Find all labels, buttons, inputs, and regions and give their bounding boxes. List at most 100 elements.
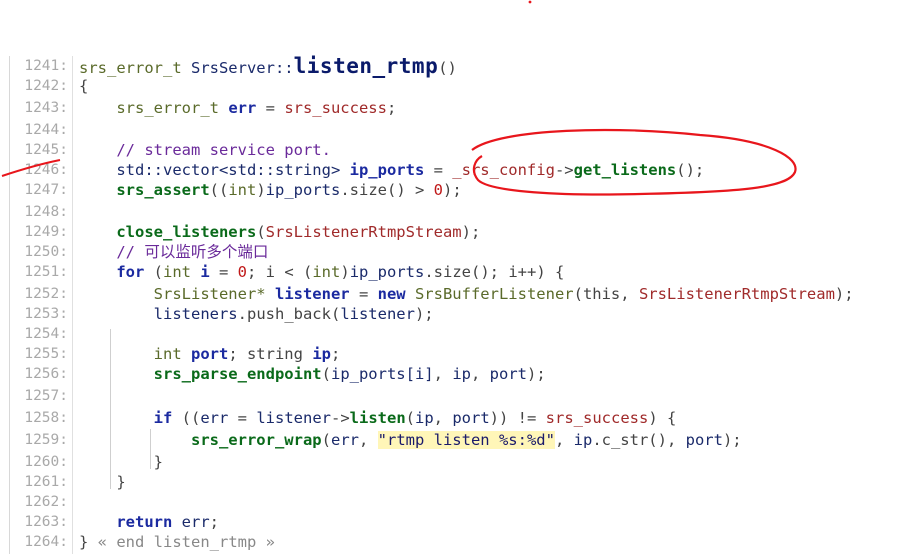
code-text[interactable]: close_listeners(SrsListenerRtmpStream);: [79, 222, 480, 242]
code-line[interactable]: 1246: std::vector<std::string> ip_ports …: [0, 160, 919, 180]
code-text[interactable]: for (int i = 0; i < (int)ip_ports.size()…: [79, 262, 564, 282]
line-number: 1245:: [24, 142, 68, 158]
code-token: =: [256, 99, 285, 117]
code-line[interactable]: 1257:: [0, 386, 919, 406]
code-token: );: [414, 305, 434, 323]
code-token: srs_assert: [116, 181, 210, 199]
code-token: SrsListenerRtmpStream: [265, 223, 462, 241]
code-text[interactable]: srs_error_t err = srs_success;: [79, 98, 396, 118]
code-line[interactable]: 1262:: [0, 492, 919, 512]
code-token: =: [209, 263, 238, 281]
code-line[interactable]: 1243: srs_error_t err = srs_success;: [0, 98, 919, 118]
code-token: .size() >: [340, 181, 434, 199]
code-text[interactable]: int port; string ip;: [79, 344, 341, 364]
code-token: ,: [433, 365, 453, 383]
code-line[interactable]: 1256: srs_parse_endpoint(ip_ports[i], ip…: [0, 364, 919, 384]
code-text[interactable]: srs_parse_endpoint(ip_ports[i], ip, port…: [79, 364, 546, 384]
code-text[interactable]: listeners.push_back(listener);: [79, 304, 434, 324]
code-token: listeners: [153, 305, 238, 323]
code-token: );: [461, 223, 481, 241]
code-token: listen: [349, 409, 406, 427]
code-token: listener: [256, 409, 331, 427]
line-number: 1246:: [24, 162, 68, 178]
code-line[interactable]: 1251: for (int i = 0; i < (int)ip_ports.…: [0, 262, 919, 282]
line-number: 1254:: [24, 326, 68, 342]
code-token: ;: [209, 513, 219, 531]
code-token: (: [405, 409, 415, 427]
code-token: ();: [676, 161, 705, 179]
code-line[interactable]: 1258: if ((err = listener->listen(ip, po…: [0, 408, 919, 428]
code-text[interactable]: srs_assert((int)ip_ports.size() > 0);: [79, 180, 461, 200]
code-line[interactable]: 1263: return err;: [0, 512, 919, 532]
code-token: SrsListener*: [153, 285, 275, 303]
code-line[interactable]: 1260: }: [0, 452, 919, 472]
code-line[interactable]: 1261: }: [0, 472, 919, 492]
code-token: ): [256, 181, 266, 199]
code-token: ,: [470, 365, 490, 383]
fold-guide: [110, 329, 111, 489]
code-text[interactable]: if ((err = listener->listen(ip, port)) !…: [79, 408, 677, 428]
code-text[interactable]: } « end listen_rtmp »: [79, 532, 275, 552]
code-text[interactable]: srs_error_t SrsServer::listen_rtmp(): [79, 56, 457, 78]
code-line[interactable]: 1252: SrsListener* listener = new SrsBuf…: [0, 284, 919, 304]
line-number: 1248:: [24, 204, 68, 220]
line-number: 1247:: [24, 182, 68, 198]
code-token: ip_ports: [349, 161, 425, 179]
code-token: new: [377, 285, 415, 303]
code-line[interactable]: 1244:: [0, 120, 919, 140]
code-line[interactable]: 1254:: [0, 324, 919, 344]
code-text[interactable]: SrsListener* listener = new SrsBufferLis…: [79, 284, 854, 304]
code-token: int: [163, 263, 201, 281]
code-line[interactable]: 1242: {: [0, 76, 919, 96]
code-line[interactable]: 1255: int port; string ip;: [0, 344, 919, 364]
line-number: 1250:: [24, 244, 68, 260]
code-line[interactable]: 1248:: [0, 202, 919, 222]
line-number: 1241:: [24, 58, 68, 74]
code-line[interactable]: 1264:} « end listen_rtmp »: [0, 532, 919, 552]
code-token: SrsServer::: [190, 59, 294, 77]
code-token: =: [228, 409, 257, 427]
code-text[interactable]: return err;: [79, 512, 219, 532]
code-line[interactable]: 1259: srs_error_wrap(err, "rtmp listen %…: [0, 430, 919, 450]
code-token: for: [116, 263, 145, 281]
code-line[interactable]: 1250: // 可以监听多个端口: [0, 242, 919, 262]
code-line[interactable]: 1247: srs_assert((int)ip_ports.size() > …: [0, 180, 919, 200]
code-token: )) !=: [489, 409, 546, 427]
code-text[interactable]: }: [79, 472, 125, 492]
code-token: .size(); i++) {: [424, 263, 565, 281]
code-token: (: [144, 263, 163, 281]
code-line[interactable]: 1241: srs_error_t SrsServer::listen_rtmp(…: [0, 56, 919, 78]
code-token: ) {: [648, 409, 677, 427]
code-token: ->: [330, 409, 350, 427]
code-line[interactable]: 1249: close_listeners(SrsListenerRtmpStr…: [0, 222, 919, 242]
code-token: port: [452, 409, 490, 427]
code-text[interactable]: // stream service port.: [79, 140, 331, 160]
code-token: "rtmp listen %s:%d": [377, 431, 555, 449]
code-token: ((: [209, 181, 229, 199]
code-line[interactable]: 1245: // stream service port.: [0, 140, 919, 160]
code-editor[interactable]: 1241: srs_error_t SrsServer::listen_rtmp(…: [0, 56, 919, 554]
code-token: _srs_config: [452, 161, 555, 179]
code-token: 0: [237, 263, 248, 281]
code-line[interactable]: 1253: listeners.push_back(listener);: [0, 304, 919, 324]
code-text[interactable]: std::vector<std::string> ip_ports = _srs…: [79, 160, 704, 180]
code-token: srs_error_t: [79, 59, 191, 77]
code-token: ,: [554, 431, 574, 449]
code-text[interactable]: srs_error_wrap(err, "rtmp listen %s:%d",…: [79, 430, 742, 450]
code-token: (): [438, 59, 457, 77]
code-text[interactable]: // 可以监听多个端口: [79, 242, 268, 262]
code-text[interactable]: {: [79, 76, 88, 96]
line-number: 1244:: [24, 122, 68, 138]
code-token: return: [116, 513, 182, 531]
code-token: err: [330, 431, 359, 449]
code-token: .c_str(),: [592, 431, 686, 449]
code-token: ip: [415, 409, 434, 427]
